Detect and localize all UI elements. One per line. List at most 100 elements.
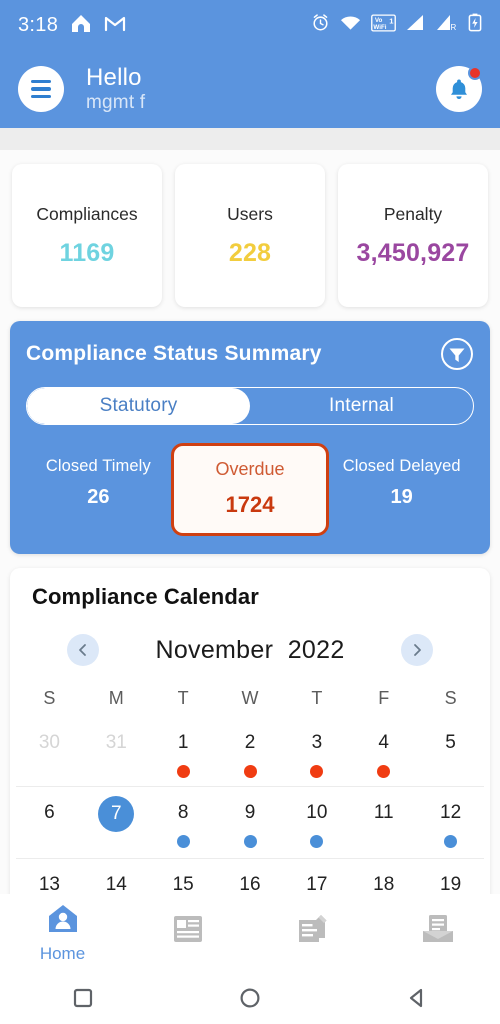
metric-label: Closed Timely [45, 457, 151, 475]
calendar-day-number: 1 [177, 732, 189, 753]
status-bar-left: 3:18 [18, 13, 126, 38]
calendar-day-marker [150, 760, 217, 782]
calendar-grid: SMTWTFS 30 31 1 2 3 4 5 6 7 8 9 10 11 12 13 14 15 16 17 18 1… [16, 688, 484, 916]
calendar-day-number: 2 [244, 732, 256, 753]
greeting-text: Hello [86, 64, 142, 92]
notification-badge-dot [468, 66, 482, 80]
metric-value: 1724 [225, 492, 275, 517]
calendar-day-cell[interactable]: 6 [16, 796, 83, 854]
calendar-weekday: S [43, 688, 56, 708]
signal-1-icon [406, 14, 426, 36]
stat-cards-row: Compliances 1169 Users 228 Penalty 3,450… [0, 150, 500, 307]
calendar-weekday-header: SMTWTFS [16, 688, 484, 717]
upcoming-dot-icon [310, 834, 324, 848]
stat-card-penalty[interactable]: Penalty 3,450,927 [338, 164, 488, 307]
calendar-day-cell[interactable]: 9 [217, 796, 284, 854]
vowifi-icon: Vo WiFi 1 [371, 13, 396, 37]
calendar-day-number: 12 [440, 802, 462, 823]
calendar-weekday: S [444, 688, 457, 708]
tab-internal[interactable]: Internal [250, 388, 473, 424]
metric-closed-delayed[interactable]: Closed Delayed 19 [329, 443, 474, 509]
calendar-day-cell[interactable]: 10 [283, 796, 350, 854]
metric-value: 19 [390, 486, 413, 508]
overdue-dot-icon [377, 764, 391, 778]
battery-charging-icon [468, 13, 482, 37]
overdue-dot-icon [310, 764, 324, 778]
calendar-weeks: 30 31 1 2 3 4 5 6 7 8 9 10 11 12 13 14 15 16 17 18 19 [16, 717, 484, 916]
calendar-day-number: 5 [445, 732, 456, 753]
calendar-day-cell[interactable]: 2 [217, 726, 284, 782]
inbox-tray-icon [420, 912, 456, 951]
calendar-day-cell[interactable]: 11 [350, 796, 417, 854]
notifications-button[interactable] [436, 66, 482, 112]
back-triangle-icon[interactable] [405, 986, 429, 1010]
stat-card-users[interactable]: Users 228 [175, 164, 325, 307]
calendar-day-number: 31 [105, 732, 127, 753]
summary-header: Compliance Status Summary [26, 337, 474, 371]
home-person-icon [46, 902, 80, 941]
metric-label: Overdue [215, 459, 285, 479]
calendar-day-today: 7 [98, 796, 135, 832]
stat-value: 228 [228, 238, 272, 267]
svg-text:R: R [451, 23, 457, 31]
greeting-block: Hello mgmt f [86, 64, 145, 113]
calendar-day-marker [350, 760, 417, 782]
hamburger-icon-line [31, 80, 51, 84]
calendar-day-number: 4 [378, 732, 389, 753]
calendar-title: Compliance Calendar [32, 584, 259, 609]
filter-funnel-icon[interactable] [440, 337, 474, 371]
calendar-day-cell[interactable]: 1 [150, 726, 217, 782]
calendar-day-number: 3 [311, 732, 323, 753]
signal-2-roaming-icon: R [436, 14, 458, 36]
nav-item-home[interactable]: Home [0, 902, 125, 964]
news-document-icon [170, 912, 206, 951]
metric-overdue-card[interactable]: Overdue 1724 [170, 443, 330, 536]
upcoming-dot-icon [176, 834, 190, 848]
stat-value: 1169 [59, 238, 115, 267]
header-divider-band [0, 128, 500, 150]
calendar-month-navigation: November 2022 [16, 634, 484, 666]
stat-label: Compliances [36, 203, 138, 224]
chevron-left-icon[interactable] [67, 634, 100, 666]
calendar-day-marker [283, 830, 350, 852]
calendar-day-number: 11 [373, 802, 394, 823]
edit-note-icon [295, 912, 331, 951]
chevron-right-icon[interactable] [400, 634, 433, 666]
calendar-year: 2022 [287, 635, 345, 664]
calendar-day-cell[interactable]: 12 [417, 796, 484, 854]
overdue-dot-icon [176, 764, 190, 778]
calendar-month-year: November 2022 [155, 636, 344, 665]
home-circle-icon[interactable] [238, 986, 262, 1010]
svg-text:WiFi: WiFi [373, 23, 386, 30]
nav-item-edit[interactable] [250, 912, 375, 954]
stat-value: 3,450,927 [356, 238, 470, 267]
recents-square-icon[interactable] [71, 986, 95, 1010]
nav-item-label: Home [39, 944, 86, 963]
calendar-day-cell[interactable]: 3 [283, 726, 350, 782]
gmail-icon [104, 14, 126, 37]
calendar-week-row: 6 7 8 9 10 11 12 [16, 786, 484, 858]
hamburger-menu-button[interactable] [18, 66, 64, 112]
calendar-day-number: 10 [306, 802, 328, 823]
stat-card-compliances[interactable]: Compliances 1169 [12, 164, 162, 307]
calendar-weekday: M [108, 688, 124, 708]
nav-item-news[interactable] [125, 912, 250, 954]
status-bar: 3:18 Vo WiFi 1 R [0, 0, 500, 50]
tab-statutory[interactable]: Statutory [27, 388, 250, 424]
calendar-day-cell[interactable]: 8 [150, 796, 217, 854]
metric-closed-timely[interactable]: Closed Timely 26 [26, 443, 171, 509]
calendar-day-cell[interactable]: 31 [83, 726, 150, 782]
calendar-weekday: T [311, 688, 323, 708]
calendar-day-cell[interactable]: 30 [16, 726, 83, 782]
calendar-day-marker [217, 760, 284, 782]
status-bar-right: Vo WiFi 1 R [311, 13, 482, 37]
calendar-day-marker [350, 830, 417, 852]
calendar-day-cell[interactable]: 7 [83, 796, 150, 854]
calendar-month: November [155, 635, 274, 664]
calendar-day-cell[interactable]: 4 [350, 726, 417, 782]
compliance-calendar-panel: Compliance Calendar November 2022 S M T W T F… [10, 568, 490, 916]
app-header: Hello mgmt f [0, 50, 500, 128]
status-bar-clock: 3:18 [18, 13, 59, 36]
nav-item-inbox[interactable] [375, 912, 500, 954]
calendar-day-cell[interactable]: 5 [417, 726, 484, 782]
